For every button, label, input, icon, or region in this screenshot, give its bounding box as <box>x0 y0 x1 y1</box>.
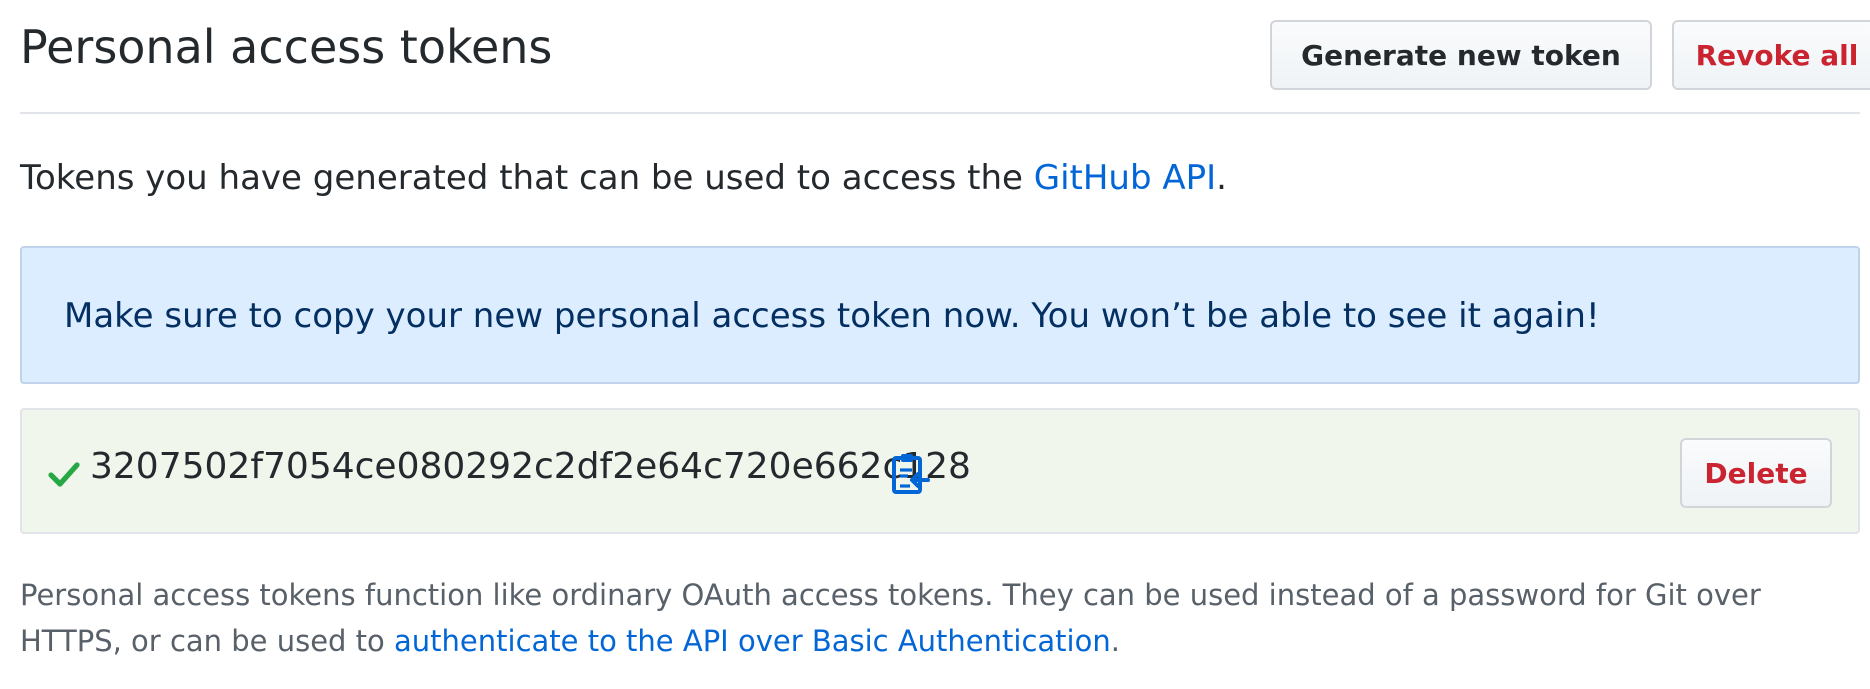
generate-new-token-button[interactable]: Generate new token <box>1270 20 1652 90</box>
clipboard-icon[interactable] <box>890 452 930 496</box>
check-icon <box>48 462 80 487</box>
token-value[interactable]: 3207502f7054ce080292c2df2e64c720e662c128 <box>90 446 971 487</box>
intro-suffix: . <box>1216 158 1227 198</box>
token-note: Personal access tokens function like ord… <box>20 572 1870 664</box>
page-header: Personal access tokens Generate new toke… <box>20 0 1870 114</box>
delete-token-button[interactable]: Delete <box>1680 438 1832 508</box>
page-container: Personal access tokens Generate new toke… <box>20 0 1870 658</box>
revoke-all-button[interactable]: Revoke all <box>1672 20 1870 90</box>
note-suffix: . <box>1110 624 1120 658</box>
flash-message: Make sure to copy your new personal acce… <box>64 296 1600 336</box>
page-title: Personal access tokens <box>20 20 553 74</box>
intro-label: Tokens you have generated that can be us… <box>20 158 1034 198</box>
new-token-row: 3207502f7054ce080292c2df2e64c720e662c128… <box>20 408 1860 534</box>
basic-auth-link[interactable]: authenticate to the API over Basic Authe… <box>394 624 1111 658</box>
github-api-link[interactable]: GitHub API <box>1034 158 1216 198</box>
copy-warning-flash: Make sure to copy your new personal acce… <box>20 246 1860 384</box>
intro-text: Tokens you have generated that can be us… <box>20 158 1227 198</box>
